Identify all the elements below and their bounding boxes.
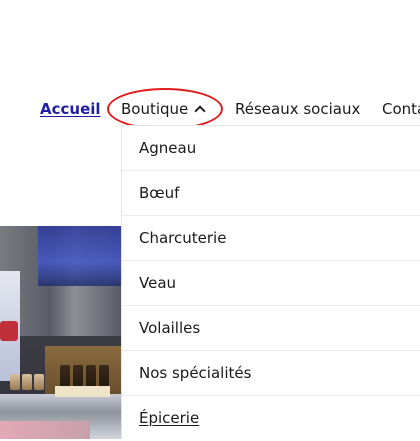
- menu-item-epicerie[interactable]: Épicerie: [122, 396, 420, 441]
- nav-link-contact[interactable]: Conta: [382, 97, 420, 121]
- chevron-up-icon: [194, 105, 206, 117]
- nav-link-reseaux-sociaux[interactable]: Réseaux sociaux: [235, 97, 360, 121]
- menu-item-label: Bœuf: [139, 184, 180, 202]
- menu-item-label: Veau: [139, 274, 177, 292]
- menu-item-agneau[interactable]: Agneau: [122, 126, 420, 171]
- menu-item-label: Charcuterie: [139, 229, 227, 247]
- menu-item-charcuterie[interactable]: Charcuterie: [122, 216, 420, 261]
- nav-link-accueil[interactable]: Accueil: [40, 97, 101, 121]
- menu-item-boeuf[interactable]: Bœuf: [122, 171, 420, 216]
- nav-link-boutique-label: Boutique: [121, 100, 189, 118]
- menu-item-label: Volailles: [139, 319, 201, 337]
- menu-item-label: Épicerie: [139, 409, 200, 427]
- boutique-dropdown-menu: Agneau Bœuf Charcuterie Veau Volailles N…: [121, 125, 420, 439]
- nav-link-boutique[interactable]: Boutique: [121, 97, 206, 121]
- store-photo: [0, 226, 125, 439]
- menu-item-veau[interactable]: Veau: [122, 261, 420, 306]
- main-navigation: Accueil Boutique Réseaux sociaux Conta: [0, 97, 420, 121]
- menu-item-volailles[interactable]: Volailles: [122, 306, 420, 351]
- menu-item-nos-specialites[interactable]: Nos spécialités: [122, 351, 420, 396]
- menu-item-label: Agneau: [139, 139, 197, 157]
- menu-item-label: Nos spécialités: [139, 364, 252, 382]
